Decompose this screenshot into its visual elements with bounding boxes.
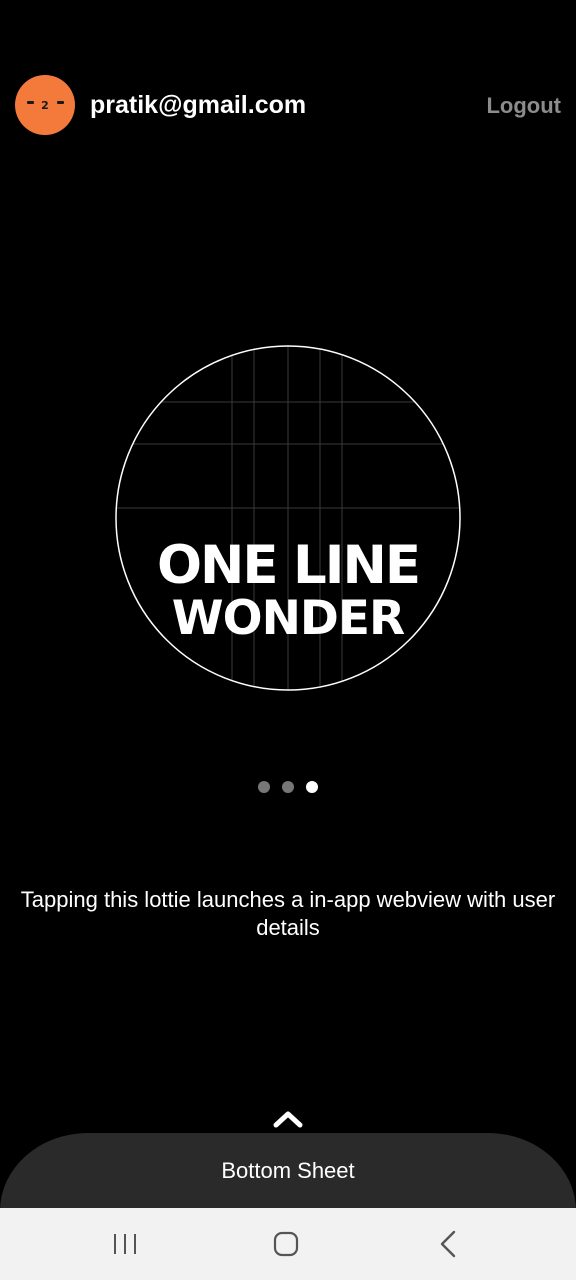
pager-dot-3-active[interactable] [306,780,318,793]
app-screen: 2 pratik@gmail.com Logout ONE LINE WONDE… [0,0,576,1280]
avatar-mouth: 2 [41,99,49,112]
pager-indicator [0,778,576,793]
lottie-animation[interactable]: ONE LINE WONDER [114,344,462,692]
header: 2 pratik@gmail.com Logout [0,74,576,136]
bottom-sheet[interactable]: Bottom Sheet [0,1133,576,1213]
avatar-left-eye [27,101,34,104]
back-icon[interactable] [428,1226,468,1262]
avatar-right-eye [57,101,64,104]
user-email: pratik@gmail.com [90,91,307,119]
recents-icon[interactable] [105,1226,145,1262]
home-icon[interactable] [266,1226,306,1262]
chevron-up-icon[interactable] [272,1106,304,1130]
pager-dot-1[interactable] [258,780,270,793]
lottie-caption: Tapping this lottie launches a in-app we… [20,887,556,940]
lottie-title-line2: WONDER [171,591,405,646]
system-navigation-bar [0,1208,576,1280]
avatar[interactable]: 2 [15,75,75,135]
logout-button[interactable]: Logout [486,92,561,120]
lottie-title-line1: ONE LINE [156,535,421,596]
pager-dot-2[interactable] [282,780,294,793]
bottom-sheet-label: Bottom Sheet [221,1158,355,1183]
